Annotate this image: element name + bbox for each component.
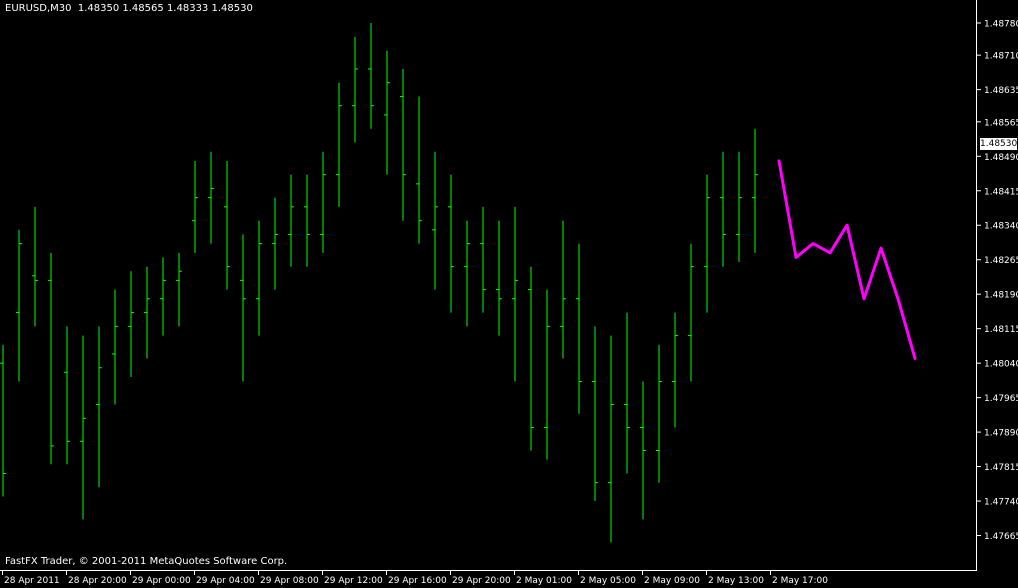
y-tick-label: 1.48040	[984, 360, 1018, 370]
y-tick-label: 1.48115	[984, 325, 1018, 335]
y-tick-label: 1.48190	[984, 291, 1018, 301]
y-tick-label: 1.48265	[984, 256, 1018, 266]
chart-header: EURUSD,M30 1.48350 1.48565 1.48333 1.485…	[5, 3, 253, 14]
x-tick-label: 29 Apr 08:00	[260, 576, 319, 586]
x-tick-label: 29 Apr 16:00	[388, 576, 447, 586]
x-tick-label: 2 May 13:00	[708, 576, 764, 586]
x-tick-label: 29 Apr 20:00	[452, 576, 511, 586]
ohlc-bars	[0, 22, 758, 543]
y-tick-label: 1.47740	[984, 498, 1018, 508]
close-value: 1.48530	[211, 3, 253, 14]
y-tick-label: 1.47965	[984, 394, 1018, 404]
x-tick-label: 2 May 09:00	[644, 576, 700, 586]
x-tick-label: 2 May 01:00	[516, 576, 572, 586]
x-tick-label: 29 Apr 04:00	[196, 576, 255, 586]
price-chart: 1.48780 1.48710 1.48635 1.48565 1.48490 1.484…	[0, 0, 1018, 586]
y-tick-label: 1.48565	[984, 118, 1018, 128]
open-value: 1.48350	[77, 3, 120, 14]
y-tick-label: 1.47665	[984, 532, 1018, 542]
high-value: 1.48565	[122, 3, 164, 14]
y-tick-label: 1.48780	[984, 19, 1018, 29]
y-tick-label: 1.48490	[984, 153, 1018, 163]
y-tick-label: 1.48415	[984, 187, 1018, 197]
y-tick-label: 1.48635	[984, 86, 1018, 96]
current-price-badge: 1.48530	[980, 138, 1018, 150]
y-tick-label: 1.48340	[984, 222, 1018, 232]
y-tick-label: 1.47815	[984, 463, 1018, 473]
x-tick-label: 2 May 17:00	[772, 576, 828, 586]
x-tick-label: 29 Apr 00:00	[132, 576, 191, 586]
x-tick-label: 28 Apr 2011	[4, 576, 60, 586]
symbol-label: EURUSD,M30	[5, 3, 72, 14]
x-tick-label: 28 Apr 20:00	[68, 576, 127, 586]
x-tick-label: 29 Apr 12:00	[324, 576, 383, 586]
y-tick-label: 1.47890	[984, 429, 1018, 439]
y-tick-label: 1.48710	[984, 52, 1018, 62]
x-tick-label: 2 May 05:00	[580, 576, 636, 586]
forecast-series-line	[777, 159, 917, 360]
low-value: 1.48333	[166, 3, 209, 14]
copyright-label: FastFX Trader, © 2001-2011 MetaQuotes So…	[5, 556, 288, 567]
forecast-line	[777, 159, 917, 360]
